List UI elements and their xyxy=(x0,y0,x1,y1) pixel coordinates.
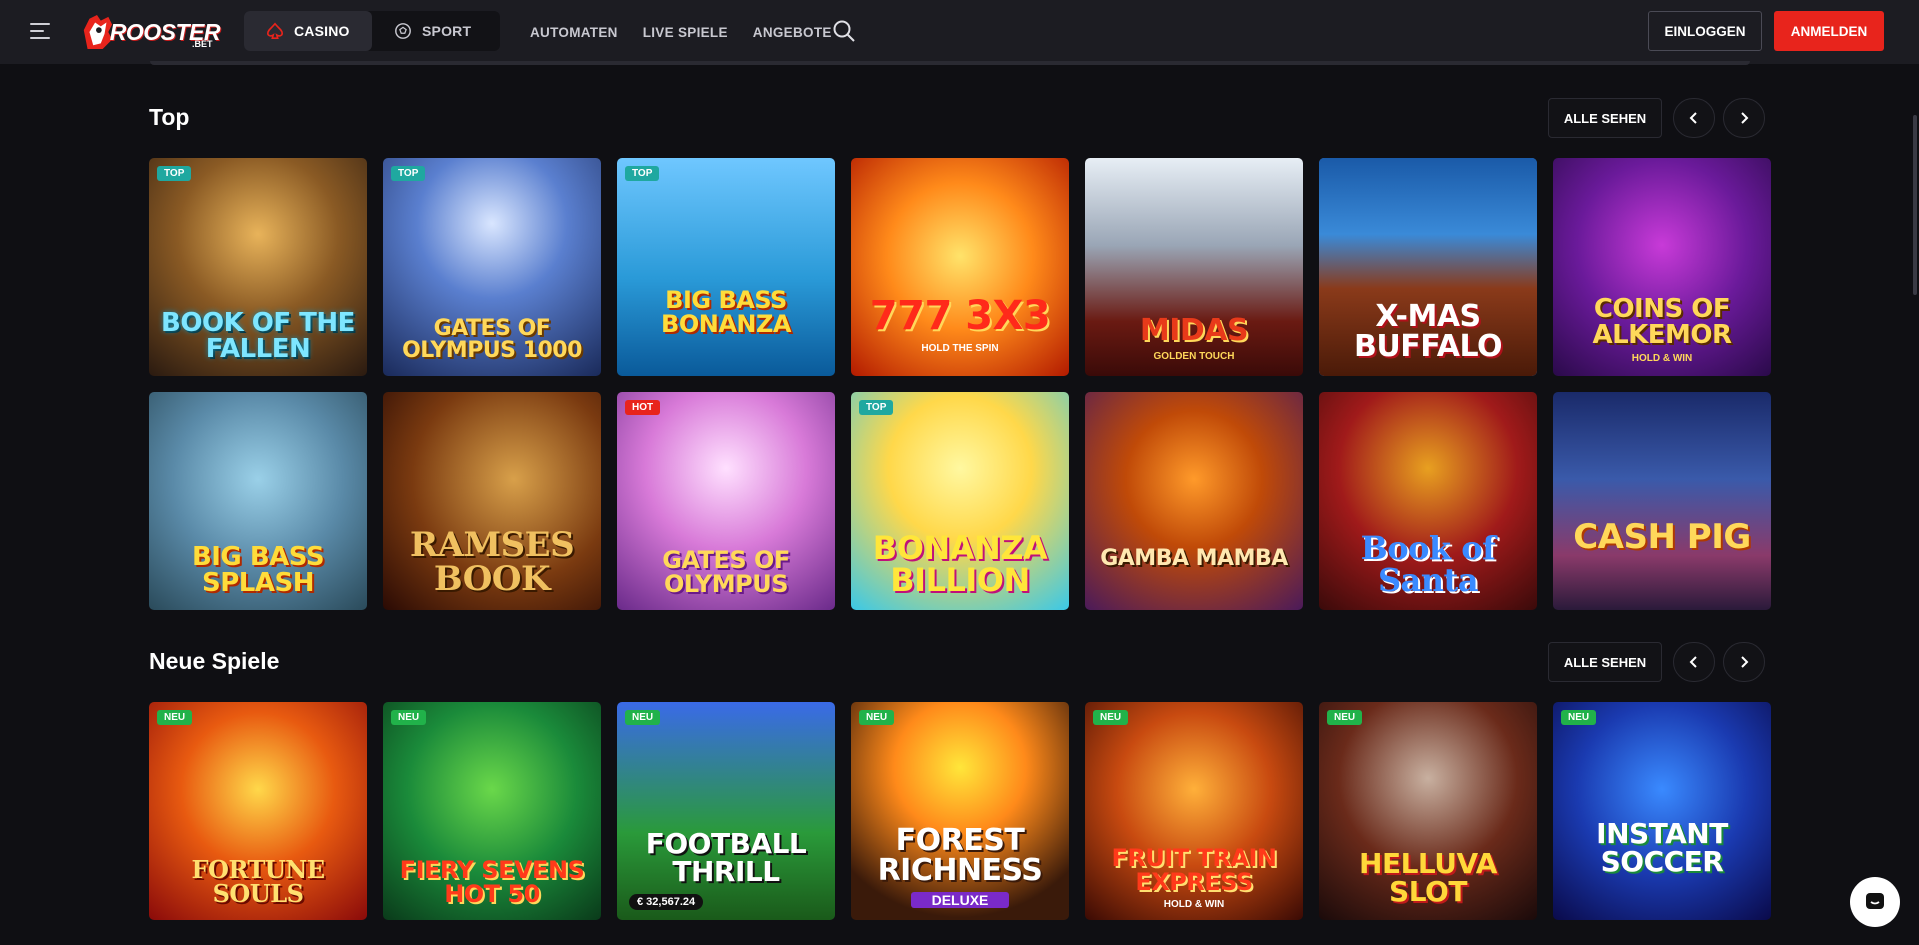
top-badge: TOP xyxy=(391,166,426,181)
game-title: INSTANT SOCCER xyxy=(1596,817,1728,878)
chevron-left-icon xyxy=(1689,656,1697,668)
game-tile[interactable]: Book of Santa xyxy=(1319,392,1537,610)
game-tile[interactable]: COINS OF ALKEMOR HOLD & WIN xyxy=(1553,158,1771,376)
section-title-top: Top xyxy=(149,104,190,130)
next-neue-spiele-button[interactable] xyxy=(1723,642,1765,682)
game-title: RAMSES BOOK xyxy=(409,525,575,599)
game-subtitle: DELUXE xyxy=(911,892,1009,908)
logo-sub: .BET xyxy=(192,39,213,49)
new-badge: NEU xyxy=(157,710,193,725)
game-title: GATES OF OLYMPUS xyxy=(662,546,790,598)
game-title: BIG BASS SPLASH xyxy=(191,542,325,598)
game-subtitle: HOLD THE SPIN xyxy=(921,343,999,354)
top-badge: TOP xyxy=(157,166,192,181)
new-badge: NEU xyxy=(391,710,427,725)
nav-live-spiele[interactable]: LIVE SPIELE xyxy=(643,25,728,40)
game-tile[interactable]: 777 3X3 HOLD THE SPIN xyxy=(851,158,1069,376)
game-tile[interactable]: X-MAS BUFFALO xyxy=(1319,158,1537,376)
main-nav: AUTOMATEN LIVE SPIELE ANGEBOTE xyxy=(530,0,832,64)
game-tile[interactable]: TOP BIG BASS BONANZA xyxy=(617,158,835,376)
game-title: FOOTBALL THRILL xyxy=(645,827,807,888)
game-subtitle: HOLD & WIN xyxy=(1163,899,1225,910)
see-all-top-button[interactable]: ALLE SEHEN xyxy=(1548,98,1662,138)
game-tile[interactable]: NEU FOREST RICHNESS DELUXE xyxy=(851,702,1069,920)
game-tile[interactable]: HOT GATES OF OLYMPUS xyxy=(617,392,835,610)
hot-badge: HOT xyxy=(625,400,661,415)
game-tile[interactable]: NEU HELLUVA SLOT xyxy=(1319,702,1537,920)
game-title: BOOK OF THE FALLEN xyxy=(161,308,355,364)
game-title: HELLUVA SLOT xyxy=(1359,847,1497,908)
prev-top-button[interactable] xyxy=(1673,98,1715,138)
game-title: X-MAS BUFFALO xyxy=(1353,299,1503,364)
login-button[interactable]: EINLOGGEN xyxy=(1648,11,1762,51)
game-tile[interactable]: NEU FRUIT TRAIN EXPRESS HOLD & WIN xyxy=(1085,702,1303,920)
game-title: FORTUNE SOULS xyxy=(191,855,326,908)
game-title: COINS OF ALKEMOR xyxy=(1592,294,1732,350)
game-title: BONANZA BILLION xyxy=(872,529,1048,599)
game-tile[interactable]: NEU FORTUNE SOULS xyxy=(149,702,367,920)
header-divider xyxy=(150,61,1750,65)
game-title: BIG BASS BONANZA xyxy=(661,286,791,338)
next-top-button[interactable] xyxy=(1723,98,1765,138)
prev-neue-spiele-button[interactable] xyxy=(1673,642,1715,682)
chevron-left-icon xyxy=(1689,112,1697,124)
jackpot-amount: € 32,567.24 xyxy=(629,894,704,910)
new-badge: NEU xyxy=(625,710,661,725)
game-tile[interactable]: NEU FOOTBALL THRILL € 32,567.24 xyxy=(617,702,835,920)
chat-button[interactable] xyxy=(1850,877,1900,927)
game-tile[interactable]: TOP GATES OF OLYMPUS 1000 xyxy=(383,158,601,376)
tab-sport-label: SPORT xyxy=(422,23,472,39)
page-scrollbar[interactable] xyxy=(1913,115,1917,295)
game-tile[interactable]: GAMBA MAMBA xyxy=(1085,392,1303,610)
game-title: GATES OF OLYMPUS 1000 xyxy=(402,316,582,363)
spade-icon xyxy=(266,22,284,40)
new-badge: NEU xyxy=(1093,710,1129,725)
game-tile[interactable]: NEU FIERY SEVENS HOT 50 xyxy=(383,702,601,920)
game-title: 777 3X3 xyxy=(869,293,1051,339)
game-tile[interactable]: TOP BOOK OF THE FALLEN xyxy=(149,158,367,376)
game-title: FIERY SEVENS HOT 50 xyxy=(399,856,585,908)
game-tile[interactable]: NEU INSTANT SOCCER xyxy=(1553,702,1771,920)
register-button[interactable]: ANMELDEN xyxy=(1774,11,1884,51)
game-title: CASH PIG xyxy=(1573,517,1751,557)
game-title: GAMBA MAMBA xyxy=(1100,546,1288,571)
game-title: Book of Santa xyxy=(1360,529,1496,599)
see-all-neue-spiele-button[interactable]: ALLE SEHEN xyxy=(1548,642,1662,682)
tab-casino[interactable]: CASINO xyxy=(244,11,372,51)
search-icon[interactable] xyxy=(832,19,856,43)
top-badge: TOP xyxy=(859,400,894,415)
hamburger-menu-icon[interactable] xyxy=(30,18,56,44)
game-tile[interactable]: BIG BASS SPLASH xyxy=(149,392,367,610)
tab-sport[interactable]: SPORT xyxy=(372,11,493,51)
game-subtitle: HOLD & WIN xyxy=(1631,353,1693,364)
nav-angebote[interactable]: ANGEBOTE xyxy=(753,25,832,40)
game-tile[interactable]: RAMSES BOOK xyxy=(383,392,601,610)
site-logo[interactable]: ROOSTER .BET xyxy=(80,9,221,55)
game-title: FOREST RICHNESS xyxy=(877,823,1043,888)
game-tile[interactable]: TOP BONANZA BILLION xyxy=(851,392,1069,610)
game-title: FRUIT TRAIN EXPRESS xyxy=(1111,844,1277,896)
chat-icon xyxy=(1866,893,1884,909)
top-header: ROOSTER .BET CASINO SPORT AUTOMATEN LIVE… xyxy=(0,0,1919,64)
top-badge: TOP xyxy=(625,166,660,181)
new-badge: NEU xyxy=(1561,710,1597,725)
new-badge: NEU xyxy=(1327,710,1363,725)
product-switch: CASINO SPORT xyxy=(244,11,500,51)
chevron-right-icon xyxy=(1741,656,1749,668)
nav-automaten[interactable]: AUTOMATEN xyxy=(530,25,618,40)
tab-casino-label: CASINO xyxy=(294,23,350,39)
soccer-ball-icon xyxy=(395,23,411,39)
game-tile[interactable]: MIDAS GOLDEN TOUCH xyxy=(1085,158,1303,376)
chevron-right-icon xyxy=(1741,112,1749,124)
section-title-neue-spiele: Neue Spiele xyxy=(149,648,280,674)
game-tile[interactable]: CASH PIG xyxy=(1553,392,1771,610)
new-badge: NEU xyxy=(859,710,895,725)
game-title: MIDAS xyxy=(1139,313,1249,348)
game-subtitle: GOLDEN TOUCH xyxy=(1153,351,1235,362)
